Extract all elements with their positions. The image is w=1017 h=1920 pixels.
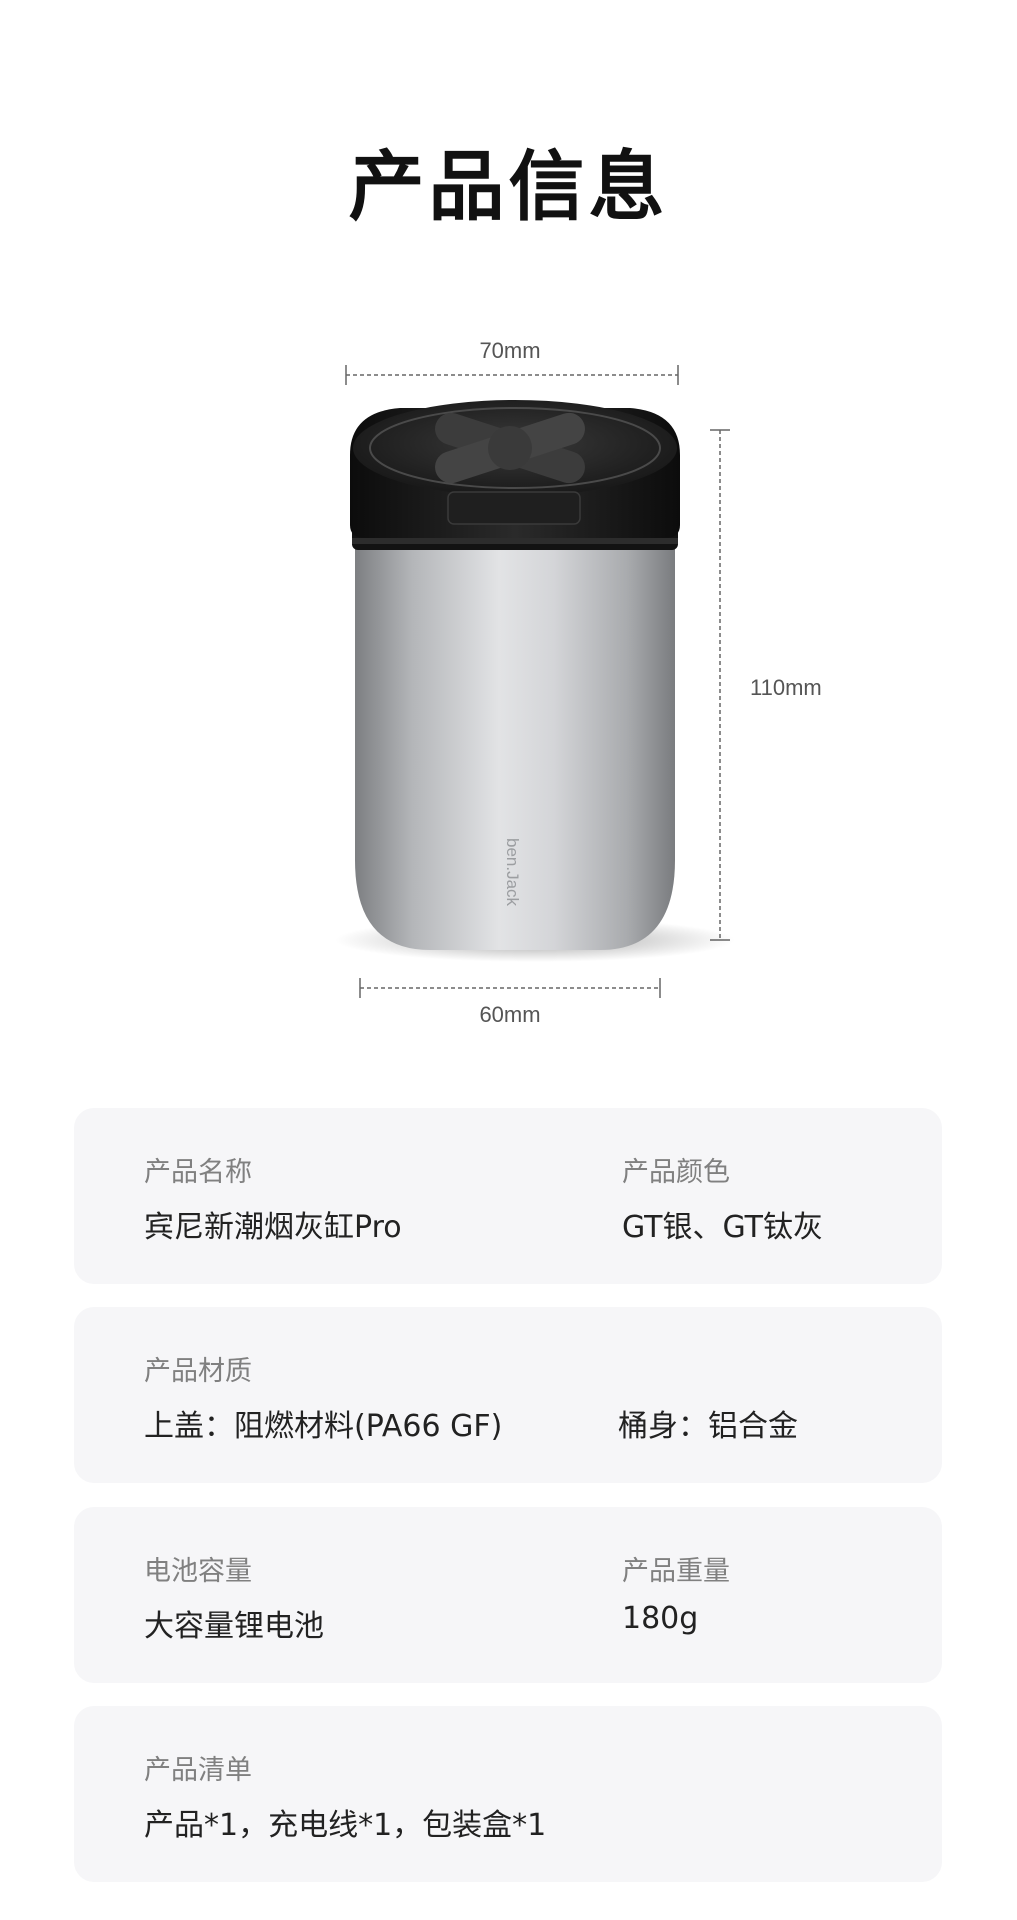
height-label: 110mm [750,675,822,700]
brand-mark: ben.Jack [503,838,522,907]
package-list-label: 产品清单 [144,1755,252,1786]
ashtray-image: ben.Jack [335,400,735,962]
product-color-value: GT银、GT钛灰 [622,1210,824,1245]
product-figure: 70mm 110mm 60mm ben.Jack [335,338,822,1027]
product-name-value: 宾尼新潮烟灰缸Pro [144,1210,402,1245]
page-title: 产品信息 [348,142,669,231]
product-weight-value: 180g [622,1601,699,1636]
spec-card-material: 产品材质 上盖：阻燃材料(PA66 GF) 桶身：铝合金 [74,1307,942,1483]
product-weight-label: 产品重量 [622,1556,730,1587]
lid-material-value: 上盖：阻燃材料(PA66 GF) [144,1409,503,1444]
spec-card-battery-weight: 电池容量 大容量锂电池 产品重量 180g [74,1507,942,1683]
height-dimension: 110mm [710,429,822,941]
product-color-label: 产品颜色 [622,1157,730,1188]
product-material-label: 产品材质 [144,1356,252,1387]
bottom-width-dimension: 60mm [359,978,661,1027]
top-width-label: 70mm [479,338,540,363]
package-list-value: 产品*1，充电线*1，包装盒*1 [144,1808,547,1843]
bottom-width-label: 60mm [479,1002,540,1027]
body-material-value: 桶身：铝合金 [618,1409,798,1444]
battery-capacity-value: 大容量锂电池 [144,1609,324,1644]
top-width-dimension: 70mm [345,338,679,385]
battery-capacity-label: 电池容量 [144,1556,252,1587]
spec-card-name-color: 产品名称 宾尼新潮烟灰缸Pro 产品颜色 GT银、GT钛灰 [74,1108,942,1284]
spec-card-package: 产品清单 产品*1，充电线*1，包装盒*1 [74,1706,942,1882]
product-name-label: 产品名称 [144,1157,252,1188]
